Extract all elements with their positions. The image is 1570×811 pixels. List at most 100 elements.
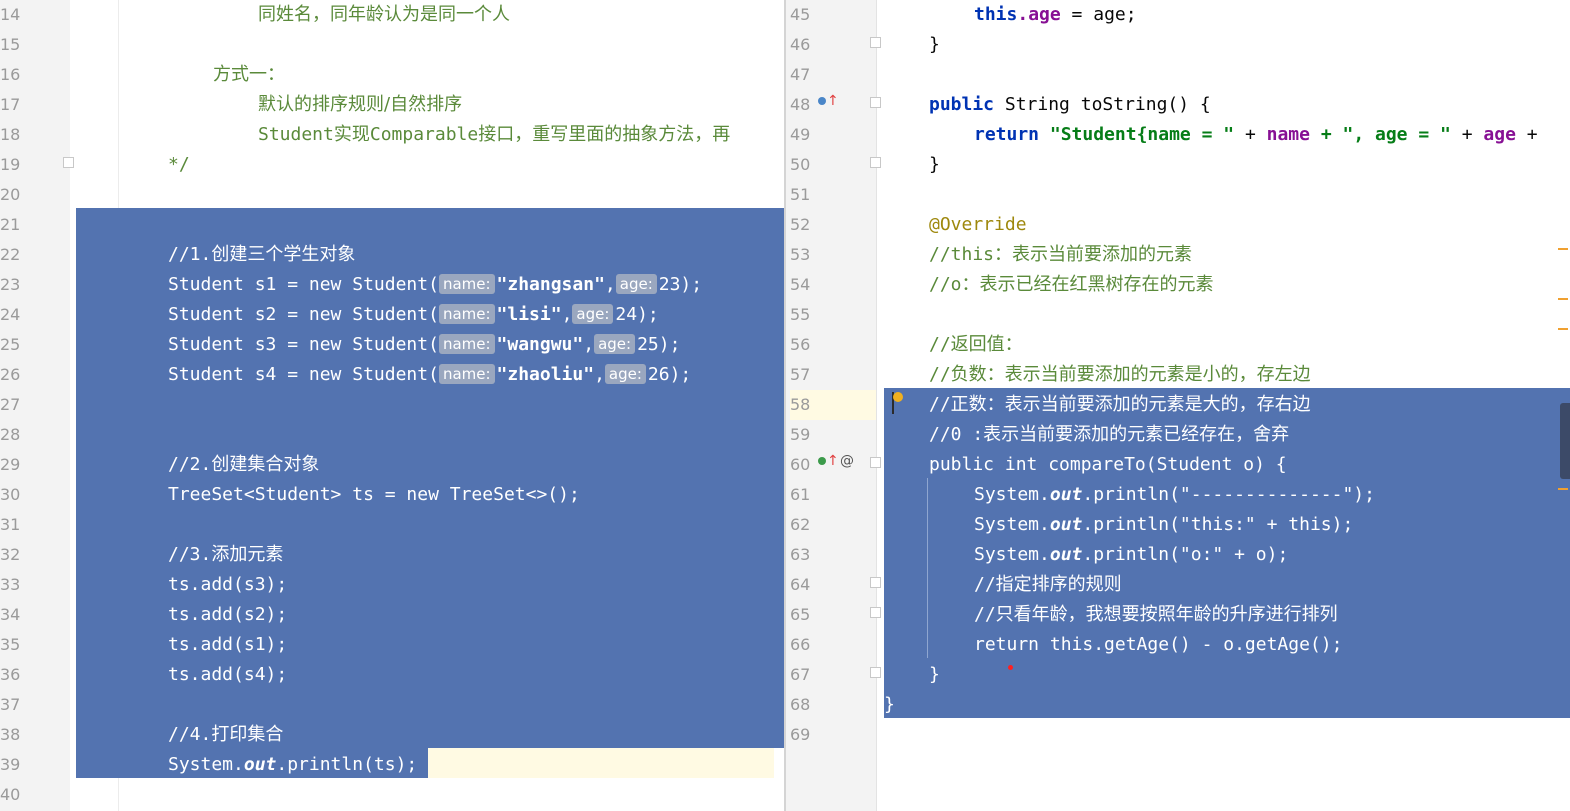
string-literal: "Student{name = " <box>1039 124 1235 145</box>
code-line[interactable]: 27 <box>0 390 784 420</box>
line-number: 35 <box>0 635 21 654</box>
override-up-arrow-icon[interactable]: ↑ <box>818 94 839 108</box>
code-line[interactable]: 14 同姓名，同年龄认为是同一个人 <box>0 0 784 30</box>
line-number: 23 <box>0 275 21 294</box>
code-line[interactable]: 46} <box>786 30 1570 60</box>
code-line[interactable]: 39 System.out.println(ts); <box>0 750 784 780</box>
code-line[interactable]: 30 TreeSet<Student> ts = new TreeSet<>(); <box>0 480 784 510</box>
line-number: 19 <box>0 155 21 174</box>
code-line[interactable]: 68} <box>786 690 1570 720</box>
code-line[interactable]: 16 方式一： <box>0 60 784 90</box>
code-line[interactable]: 21 <box>0 210 784 240</box>
line-number: 62 <box>790 515 811 534</box>
code-line[interactable]: 48 public String toString() { <box>786 90 1570 120</box>
code-line[interactable]: 47 <box>786 60 1570 90</box>
code-line[interactable]: 65 //只看年龄，我想要按照年龄的升序进行排列 <box>786 600 1570 630</box>
right-editor-pane[interactable]: 45 this.age = age; 46} 47 48 public String… <box>786 0 1570 811</box>
code-line[interactable]: 64 //指定排序的规则 <box>786 570 1570 600</box>
param-hint-name: name: <box>438 334 495 354</box>
string-literal: "zhaoliu" <box>496 364 595 385</box>
code-line[interactable]: 37 <box>0 690 784 720</box>
code-line[interactable]: 19 */ <box>0 150 784 180</box>
fold-marker-icon[interactable] <box>870 157 881 168</box>
code-line[interactable]: 31 <box>0 510 784 540</box>
comment: //负数：表示当前要添加的元素是小的，存左边 <box>929 364 1311 385</box>
code-line[interactable]: 63 System.out.println("o:" + o); <box>786 540 1570 570</box>
code-line[interactable]: 55 <box>786 300 1570 330</box>
scrollbar-marker[interactable] <box>1558 248 1568 250</box>
fold-marker-icon[interactable] <box>870 577 881 588</box>
code-line[interactable]: 24 Student s2 = new Student(name: "lisi", a… <box>0 300 784 330</box>
scrollbar-marker[interactable] <box>1558 298 1568 300</box>
code-line[interactable]: 36 ts.add(s4); <box>0 660 784 690</box>
code-line[interactable]: 22 //1.创建三个学生对象 <box>0 240 784 270</box>
code-line[interactable]: 38 //4.打印集合 <box>0 720 784 750</box>
code-line[interactable]: 62 System.out.println("this:" + this); <box>786 510 1570 540</box>
fold-marker-icon[interactable] <box>870 607 881 618</box>
line-number: 37 <box>0 695 21 714</box>
code-text: + <box>1515 124 1538 145</box>
scrollbar-marker[interactable] <box>1558 488 1568 490</box>
param-hint-age: age: <box>604 364 646 384</box>
code-line[interactable]: 34 ts.add(s2); <box>0 600 784 630</box>
code-text: System. <box>974 514 1050 535</box>
code-line[interactable]: 33 ts.add(s3); <box>0 570 784 600</box>
code-line[interactable]: 35 ts.add(s1); <box>0 630 784 660</box>
fold-marker-icon[interactable] <box>870 457 881 468</box>
line-number: 68 <box>790 695 811 714</box>
code-text: //1.创建三个学生对象 <box>168 244 356 265</box>
code-line[interactable]: 61 System.out.println("--------------"); <box>786 480 1570 510</box>
fold-marker-icon[interactable] <box>870 37 881 48</box>
code-text: String toString() { <box>994 94 1211 115</box>
code-line[interactable]: 69 <box>786 720 1570 750</box>
code-line[interactable]: 20 <box>0 180 784 210</box>
code-line[interactable]: 51 <box>786 180 1570 210</box>
code-line[interactable]: 26 Student s4 = new Student(name: "zhaoliu… <box>0 360 784 390</box>
code-line[interactable]: 60 public int compareTo(Student o) { <box>786 450 1570 480</box>
code-text: TreeSet<Student> ts = new TreeSet<>(); <box>168 484 580 505</box>
code-line[interactable]: 49 return "Student{name = " + name + ", a… <box>786 120 1570 150</box>
keyword: this <box>974 4 1018 25</box>
line-number: 65 <box>790 605 811 624</box>
at-annotation-icon[interactable]: @ <box>840 454 854 468</box>
code-line[interactable]: 23 Student s1 = new Student(name: "zhangsa… <box>0 270 784 300</box>
code-line[interactable]: 53 //this：表示当前要添加的元素 <box>786 240 1570 270</box>
code-text: .println("o:" + o); <box>1082 544 1289 565</box>
code-line[interactable]: 54 //o：表示已经在红黑树存在的元素 <box>786 270 1570 300</box>
scrollbar-marker[interactable] <box>1558 328 1568 330</box>
left-editor-pane[interactable]: 14 同姓名，同年龄认为是同一个人 15 16 方式一： 17 默认的排序规则/自然排… <box>0 0 784 811</box>
fold-marker-icon[interactable] <box>63 157 74 168</box>
comment: //指定排序的规则 <box>974 574 1122 595</box>
code-line[interactable]: 56 //返回值： <box>786 330 1570 360</box>
string-literal: "zhangsan" <box>496 274 605 295</box>
scrollbar-thumb[interactable] <box>1560 403 1570 479</box>
code-line[interactable]: 59 //0 :表示当前要添加的元素已经存在，舍弃 <box>786 420 1570 450</box>
code-line[interactable]: 40 <box>0 780 784 810</box>
comment: //只看年龄，我想要按照年龄的升序进行排列 <box>974 604 1338 625</box>
code-line[interactable]: 29 //2.创建集合对象 <box>0 450 784 480</box>
code-line[interactable]: 15 <box>0 30 784 60</box>
implement-up-arrow-icon[interactable]: ↑ <box>818 454 839 468</box>
code-line[interactable]: 67} <box>786 660 1570 690</box>
line-number: 32 <box>0 545 21 564</box>
code-line[interactable]: 57 //负数：表示当前要添加的元素是小的，存左边 <box>786 360 1570 390</box>
code-line[interactable]: 28 <box>0 420 784 450</box>
code-line[interactable]: 17 默认的排序规则/自然排序 <box>0 90 784 120</box>
code-line[interactable]: 32 //3.添加元素 <box>0 540 784 570</box>
line-number: 15 <box>0 35 21 54</box>
code-line[interactable]: 25 Student s3 = new Student(name: "wangwu"… <box>0 330 784 360</box>
code-line[interactable]: 66 return this.getAge() - o.getAge(); <box>786 630 1570 660</box>
code-line[interactable]: 18 Student实现Comparable接口，重写里面的抽象方法，再 <box>0 120 784 150</box>
static-field: out <box>1049 514 1083 535</box>
code-line[interactable]: 45 this.age = age; <box>786 0 1570 30</box>
fold-marker-icon[interactable] <box>870 667 881 678</box>
code-line[interactable]: 58 //正数：表示当前要添加的元素是大的，存右边 <box>786 390 1570 420</box>
code-text: 26); <box>647 364 692 385</box>
fold-marker-icon[interactable] <box>870 97 881 108</box>
field: age <box>1483 124 1516 145</box>
code-line[interactable]: 50} <box>786 150 1570 180</box>
comment: //o：表示已经在红黑树存在的元素 <box>929 274 1214 295</box>
code-text: System. <box>974 484 1050 505</box>
code-text: , <box>583 334 595 355</box>
code-line[interactable]: 52 @Override <box>786 210 1570 240</box>
